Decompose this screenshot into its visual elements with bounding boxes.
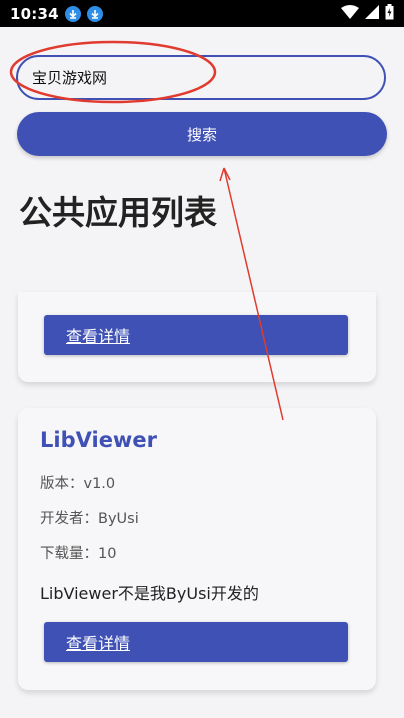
download-icon: [64, 5, 81, 22]
app-description: LibViewer不是我ByUsi开发的: [40, 584, 259, 603]
app-card: 查看详情: [18, 292, 376, 382]
view-details-button[interactable]: 查看详情: [44, 315, 348, 355]
app-version: 版本：v1.0: [40, 476, 116, 492]
battery-icon: [385, 3, 394, 24]
app-developer: 开发者：ByUsi: [40, 511, 139, 527]
app-card: LibViewer 版本：v1.0 开发者：ByUsi 下载量：10 LibVi…: [18, 408, 376, 690]
wifi-icon: [341, 4, 359, 23]
download-icon: [86, 5, 103, 22]
app-downloads: 下载量：10: [40, 546, 117, 562]
signal-icon: [365, 4, 379, 23]
search-input[interactable]: [16, 55, 386, 100]
status-icons: [341, 3, 394, 24]
app-name: LibViewer: [40, 428, 157, 452]
status-bar: 10:34: [0, 0, 404, 27]
status-time: 10:34: [10, 4, 59, 23]
search-button[interactable]: 搜索: [17, 112, 387, 156]
page-title: 公共应用列表: [19, 193, 217, 232]
view-details-button[interactable]: 查看详情: [44, 622, 348, 662]
